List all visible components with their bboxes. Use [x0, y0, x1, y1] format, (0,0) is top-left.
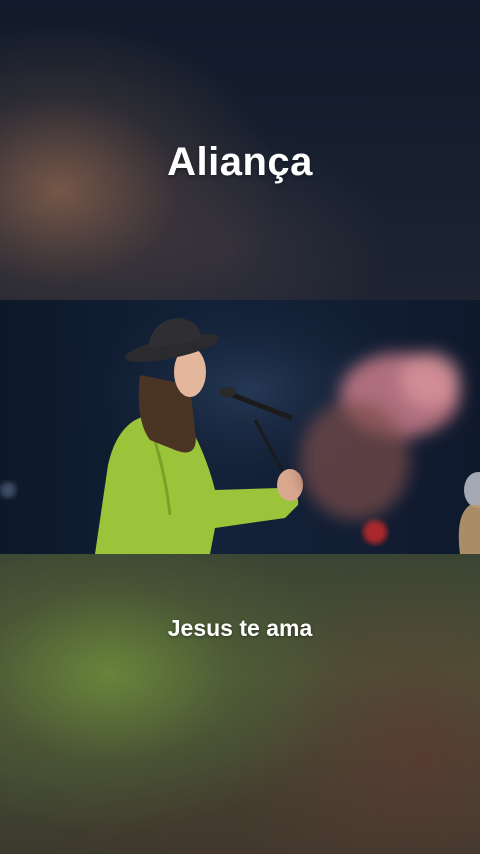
bokeh-light — [0, 482, 16, 498]
song-title: Aliança — [167, 140, 313, 184]
video-frame — [0, 300, 480, 554]
blurred-backdrop-bottom — [0, 554, 480, 854]
microphone — [220, 387, 236, 397]
caption-text: Jesus te ama — [167, 615, 313, 641]
red-light — [363, 520, 387, 544]
hand — [277, 469, 303, 501]
guitarist — [464, 472, 480, 508]
singer-scene — [0, 300, 480, 554]
guitar — [458, 505, 480, 554]
